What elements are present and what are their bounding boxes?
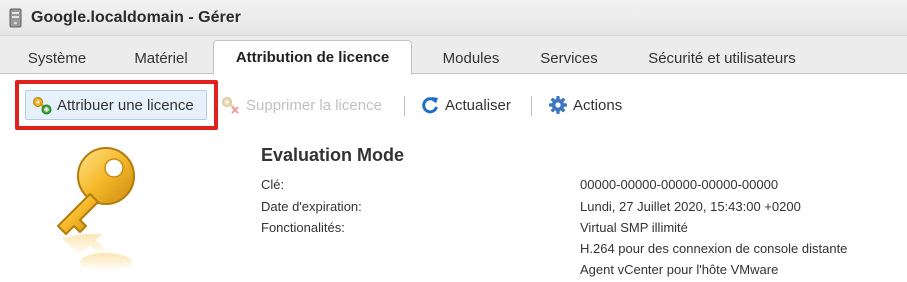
feature-item: H.264 pour des connexion de console dist… [580, 241, 848, 256]
tab-services[interactable]: Services [525, 42, 613, 74]
features-label: Fonctionalités: [261, 220, 345, 235]
remove-license-label: Supprimer la licence [246, 96, 382, 114]
feature-item: Virtual SMP illimité [580, 220, 688, 235]
tab-modules[interactable]: Modules [422, 42, 520, 74]
tab-systeme[interactable]: Système [12, 42, 102, 74]
toolbar-separator [531, 96, 532, 116]
refresh-icon [420, 95, 440, 115]
toolbar-separator [404, 96, 405, 116]
assign-license-button[interactable]: Attribuer une licence [25, 90, 207, 120]
expiration-label: Date d'expiration: [261, 199, 362, 214]
license-mode-title: Evaluation Mode [261, 145, 405, 165]
remove-license-button[interactable]: Supprimer la licence [221, 90, 382, 120]
tab-bar: Système Matériel Attribution de licence … [0, 36, 907, 75]
refresh-button[interactable]: Actualiser [420, 90, 511, 120]
license-key-icon [40, 142, 150, 282]
tab-securite-utilisateurs[interactable]: Sécurité et utilisateurs [630, 42, 814, 74]
key-value: 00000-00000-00000-00000-00000 [580, 177, 779, 192]
license-toolbar: Attribuer une licence Supprimer la licen… [0, 74, 907, 136]
expiration-value: Lundi, 27 Juillet 2020, 15:43:00 +0200 [580, 199, 801, 214]
assign-license-label: Attribuer une licence [57, 96, 194, 114]
tab-materiel[interactable]: Matériel [116, 42, 206, 74]
remove-license-icon [221, 95, 241, 115]
gear-icon [548, 95, 568, 115]
refresh-label: Actualiser [445, 96, 511, 114]
assign-license-icon [32, 95, 52, 115]
key-label: Clé: [261, 177, 285, 192]
tab-attribution-licence[interactable]: Attribution de licence [213, 40, 412, 75]
title-bar: Google.localdomain - Gérer [0, 0, 907, 36]
feature-item: Agent vCenter pour l'hôte VMware [580, 262, 779, 277]
actions-label: Actions [573, 96, 623, 114]
actions-button[interactable]: Actions [548, 90, 622, 120]
host-icon [9, 8, 22, 28]
window-title: Google.localdomain - Gérer [31, 8, 241, 26]
